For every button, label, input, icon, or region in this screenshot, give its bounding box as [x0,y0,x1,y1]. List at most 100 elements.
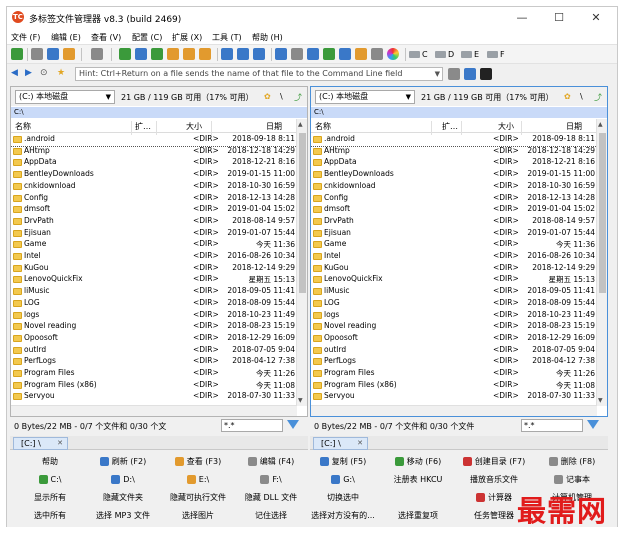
table-row[interactable]: LOG <DIR> 2018-08-09 15:44 [11,298,297,310]
scroll-thumb[interactable] [299,133,306,293]
drive-dropdown[interactable]: (C:) 本地磁盘 ▼ [15,90,115,104]
table-row[interactable]: Servyou <DIR> 2018-07-30 11:33 [311,391,597,403]
column-divider[interactable] [521,121,522,135]
filter-input[interactable]: *.* [521,419,583,432]
column-name[interactable]: 名称 [315,121,331,132]
table-row[interactable]: logs <DIR> 2018-10-23 11:49 [311,310,597,322]
table-row[interactable]: cnkidownload <DIR> 2018-10-30 16:59 [311,181,597,193]
archive-icon[interactable] [151,48,163,60]
function-button[interactable]: 刷新 (F2) [87,453,159,470]
column-divider[interactable] [211,121,212,135]
refresh-icon[interactable] [11,48,23,60]
function-button[interactable]: 查看 (F3) [162,453,234,470]
parent-dir-icon[interactable]: ⤴ [294,92,302,103]
function-button[interactable]: 选择图片 [162,507,234,524]
cut-icon[interactable] [31,48,43,60]
scroll-thumb[interactable] [599,133,606,293]
function-button[interactable]: 记事本 [533,471,611,488]
properties-icon[interactable] [307,48,319,60]
table-row[interactable]: Novel reading <DIR> 2018-08-23 15:19 [11,321,297,333]
column-name[interactable]: 名称 [15,121,31,132]
find-icon[interactable] [199,48,211,60]
table-row[interactable]: Config <DIR> 2018-12-13 14:28 [311,193,597,205]
copy-file-icon[interactable] [119,48,131,60]
table-row[interactable]: LOG <DIR> 2018-08-09 15:44 [311,298,597,310]
function-button[interactable]: 删除 (F8) [533,453,611,470]
table-row[interactable]: LenovoQuickFix <DIR> 星期五 15:13 [311,274,597,286]
table-row[interactable]: LenovoQuickFix <DIR> 星期五 15:13 [11,274,297,286]
function-button[interactable]: 选中所有 [15,507,85,524]
parent-dir-icon[interactable]: ⤴ [594,92,602,103]
table-row[interactable]: DrvPath <DIR> 2018-08-14 9:57 [11,216,297,228]
menu-view[interactable]: 查看 (V) [91,32,121,43]
edit-icon[interactable] [291,48,303,60]
column-ext[interactable]: 扩… [442,121,458,132]
menu-tools[interactable]: 工具 (T) [212,32,242,43]
function-button[interactable]: 记住选择 [237,507,305,524]
function-button[interactable]: 选择 MP3 文件 [87,507,159,524]
table-row[interactable]: Servyou <DIR> 2018-07-30 11:33 [11,391,297,403]
horizontal-scrollbar[interactable] [311,405,597,416]
table-row[interactable]: cnkidownload <DIR> 2018-10-30 16:59 [11,181,297,193]
tab-c-drive[interactable]: [C:] \ ✕ [13,437,68,450]
table-row[interactable]: PerfLogs <DIR> 2018-04-12 7:38 [311,356,597,368]
folder-icon[interactable] [183,48,195,60]
column-date[interactable]: 日期 [266,121,282,132]
function-button[interactable]: D:\ [87,471,159,488]
function-button[interactable]: 移动 (F6) [381,453,455,470]
function-button[interactable]: 选择对方没有的... [307,507,379,524]
view-icon[interactable] [91,48,103,60]
table-row[interactable]: AHtmp <DIR> 2018-12-18 14:29 [311,146,597,158]
vertical-scrollbar[interactable]: ▲ ▼ [296,119,307,406]
table-row[interactable]: Game <DIR> 今天 11:36 [311,239,597,251]
function-button[interactable]: F:\ [237,471,305,488]
copy-icon[interactable] [47,48,59,60]
function-button[interactable]: 隐藏 DLL 文件 [237,489,305,506]
favorites-star-icon[interactable]: ★ [57,68,65,78]
table-row[interactable]: outlrd <DIR> 2018-07-05 9:04 [311,345,597,357]
vertical-scrollbar[interactable]: ▲ ▼ [596,119,607,406]
menu-extensions[interactable]: 扩展 (X) [172,32,202,43]
scroll-down-icon[interactable]: ▼ [298,397,303,404]
column-size[interactable]: 大小 [498,121,514,132]
color-icon[interactable] [387,48,399,60]
column-divider[interactable] [431,121,432,135]
table-row[interactable]: dmsoft <DIR> 2019-01-04 15:02 [11,204,297,216]
function-button[interactable]: 帮助 [15,453,85,470]
function-button[interactable]: 注册表 HKCU [381,471,455,488]
close-tab-icon[interactable]: ✕ [357,438,363,449]
function-button[interactable]: 显示所有 [15,489,85,506]
table-row[interactable]: Program Files (x86) <DIR> 今天 11:08 [311,380,597,392]
column-divider[interactable] [131,121,132,135]
filter-icon[interactable] [587,420,599,429]
table-row[interactable]: KuGou <DIR> 2018-12-14 9:29 [11,263,297,275]
terminal-icon[interactable] [480,68,492,80]
scroll-up-icon[interactable]: ▲ [598,121,603,128]
function-button[interactable]: 播放音乐文件 [457,471,531,488]
function-button[interactable]: 复制 (F5) [307,453,379,470]
function-button[interactable]: 创建目录 (F7) [457,453,531,470]
root-button[interactable]: \ [280,92,283,101]
filter-input[interactable]: *.* [221,419,283,432]
column-divider[interactable] [461,121,462,135]
table-row[interactable]: AHtmp <DIR> 2018-12-18 14:29 [11,146,297,158]
maximize-button[interactable]: ☐ [546,9,572,27]
menu-config[interactable]: 配置 (C) [132,32,162,43]
function-button[interactable]: 隐藏可执行文件 [162,489,234,506]
compare-icon[interactable] [253,48,265,60]
horizontal-scrollbar[interactable] [11,405,297,416]
table-row[interactable]: Program Files (x86) <DIR> 今天 11:08 [11,380,297,392]
table-row[interactable]: outlrd <DIR> 2018-07-05 9:04 [11,345,297,357]
menu-edit[interactable]: 编辑 (E) [51,32,81,43]
move-file-icon[interactable] [135,48,147,60]
table-row[interactable]: AppData <DIR> 2018-12-21 8:16 [11,157,297,169]
table-row[interactable]: dmsoft <DIR> 2019-01-04 15:02 [311,204,597,216]
detail-view-icon[interactable] [464,68,476,80]
network-icon[interactable] [323,48,335,60]
table-row[interactable]: DrvPath <DIR> 2018-08-14 9:57 [311,216,597,228]
function-button[interactable]: C:\ [15,471,85,488]
drive-f-button[interactable]: F [487,48,505,61]
table-row[interactable]: Program Files <DIR> 今天 11:26 [311,368,597,380]
chevron-down-icon[interactable]: ▼ [435,68,440,80]
table-row[interactable]: .android <DIR> 2018-09-18 8:11 [11,134,297,147]
